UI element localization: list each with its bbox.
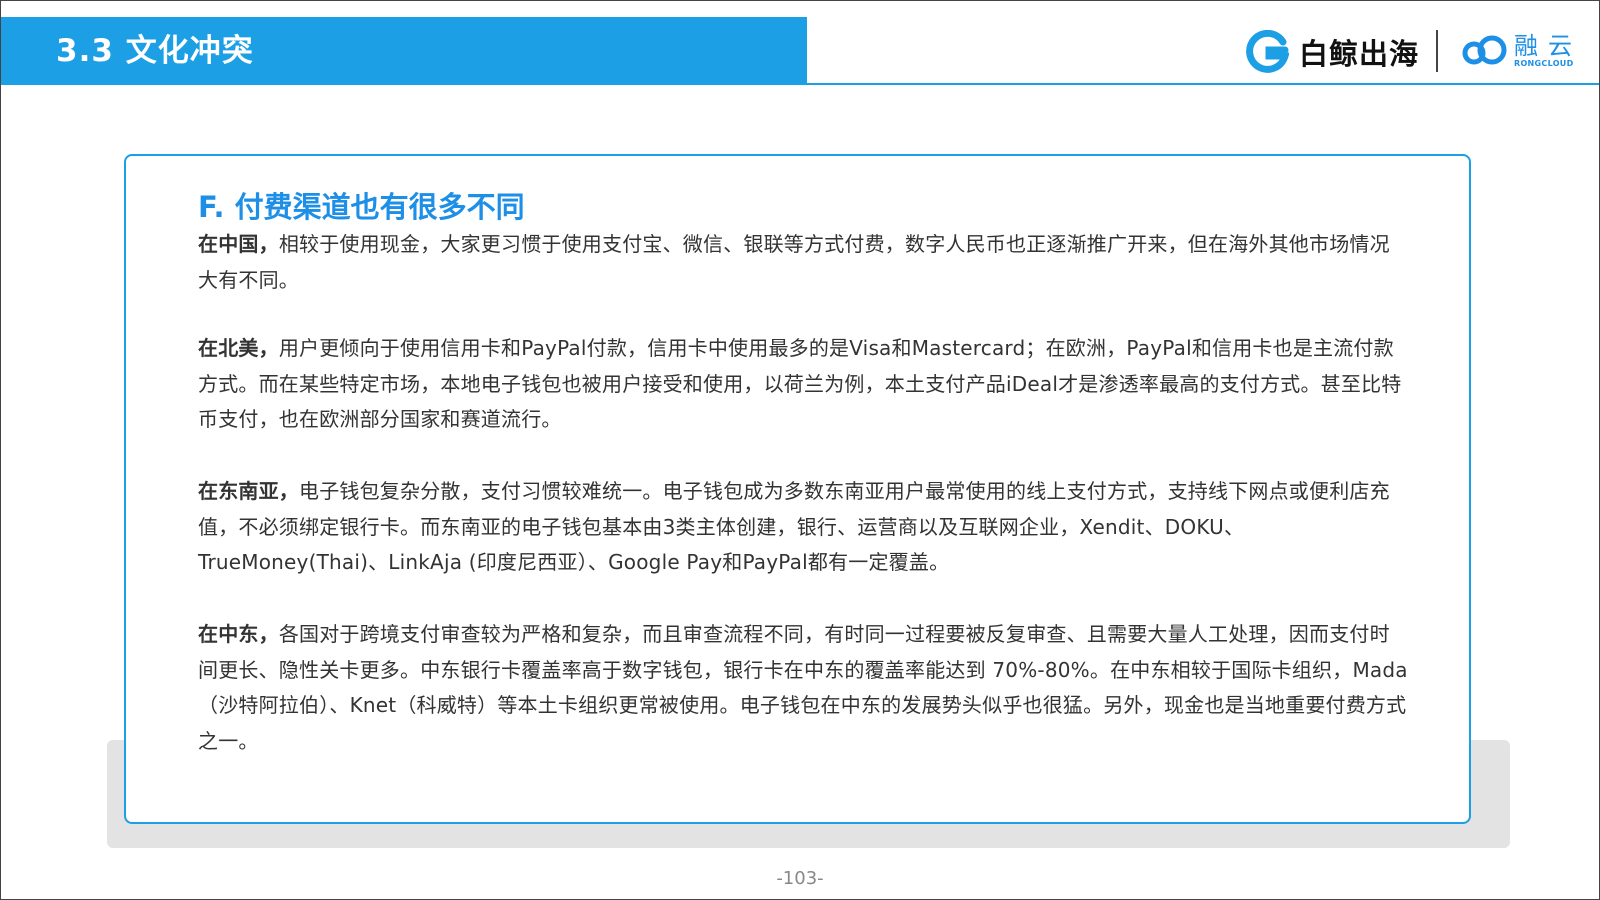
header-rule [807, 83, 1599, 85]
page-number: -103- [776, 868, 824, 889]
paragraph-lead: 在中国， [198, 232, 279, 256]
paragraph-lead: 在东南亚， [198, 479, 299, 503]
logo-divider [1436, 30, 1438, 72]
baijing-g-icon [1246, 30, 1289, 73]
paragraph-lead: 在中东， [198, 622, 279, 646]
paragraph-body: 相较于使用现金，大家更习惯于使用支付宝、微信、银联等方式付费，数字人民币也正逐渐… [198, 232, 1390, 292]
paragraph-north-america: 在北美，用户更倾向于使用信用卡和PayPal付款，信用卡中使用最多的是Visa和… [198, 331, 1408, 438]
paragraph-southeast-asia: 在东南亚，电子钱包复杂分散，支付习惯较难统一。电子钱包成为多数东南亚用户最常使用… [198, 474, 1408, 581]
paragraph-body: 用户更倾向于使用信用卡和PayPal付款，信用卡中使用最多的是Visa和Mast… [198, 336, 1402, 431]
paragraph-china: 在中国，相较于使用现金，大家更习惯于使用支付宝、微信、银联等方式付费，数字人民币… [198, 227, 1408, 298]
baijing-wordmark: 白鲸出海 [1299, 37, 1420, 71]
section-title: 3.3 文化冲突 [56, 33, 254, 69]
paragraph-middle-east: 在中东，各国对于跨境支付审查较为严格和复杂，而且审查流程不同，有时同一过程要被反… [198, 617, 1408, 759]
rongcloud-cloud-icon [1462, 35, 1507, 65]
paragraph-lead: 在北美， [198, 336, 279, 360]
rongcloud-en-name: RONGCLOUD [1514, 59, 1574, 68]
baijing-logo: 白鲸出海 [1245, 28, 1419, 76]
card-heading: F. 付费渠道也有很多不同 [198, 190, 525, 224]
paragraph-body: 各国对于跨境支付审查较为严格和复杂，而且审查流程不同，有时同一过程要被反复审查、… [198, 622, 1408, 753]
paragraph-body: 电子钱包复杂分散，支付习惯较难统一。电子钱包成为多数东南亚用户最常使用的线上支付… [198, 479, 1390, 574]
rongcloud-cn-name: 融云 [1514, 32, 1582, 60]
rongcloud-logo: 融云 RONGCLOUD [1460, 30, 1582, 72]
